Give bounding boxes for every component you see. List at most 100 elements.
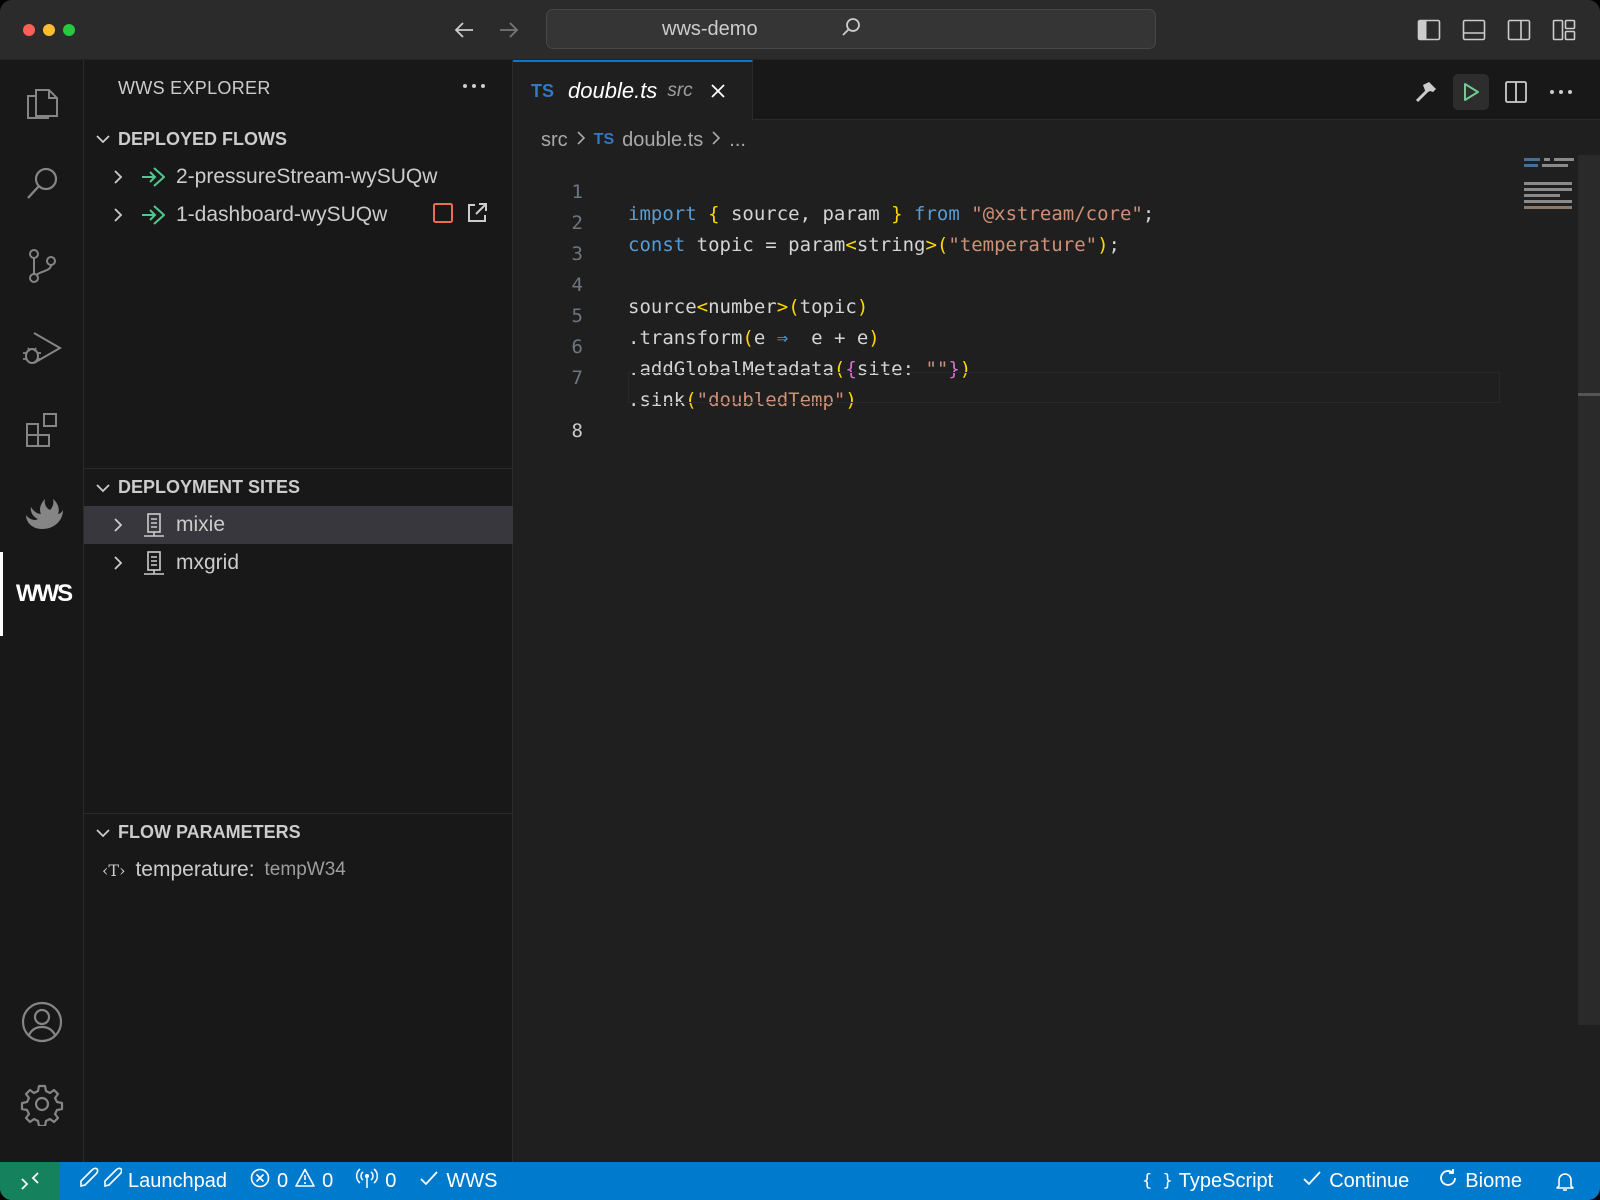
hammer-build-icon[interactable] <box>1408 74 1444 110</box>
command-center-label: wws-demo <box>662 17 758 40</box>
launchpad-status[interactable]: Launchpad <box>74 1162 231 1200</box>
launchpad-label: Launchpad <box>128 1169 227 1192</box>
ports-count: 0 <box>385 1169 397 1192</box>
parameter-name: temperature: <box>135 858 255 881</box>
server-icon <box>140 550 168 576</box>
vertical-scrollbar[interactable] <box>1578 155 1600 1025</box>
problems-status[interactable]: 0 0 <box>245 1162 337 1200</box>
flow-item[interactable]: 2-pressureStream-wySUQw <box>84 158 513 196</box>
braces-icon: { } <box>1142 1171 1173 1191</box>
site-label: mxgrid <box>176 551 240 574</box>
wws-label: WWS <box>446 1169 498 1192</box>
status-bar-right: { } TypeScript Continue Biome <box>1118 1162 1600 1200</box>
language-mode-status[interactable]: { } TypeScript <box>1138 1162 1277 1200</box>
flow-running-icon <box>140 165 168 189</box>
back-arrow-icon[interactable] <box>448 14 480 46</box>
current-line-highlight <box>628 372 1500 403</box>
site-label: mixie <box>176 513 226 536</box>
breadcrumb-folder[interactable]: src <box>541 129 568 152</box>
scrollbar-marker <box>1578 393 1600 396</box>
typescript-file-icon: TS <box>531 80 555 101</box>
close-window-button[interactable] <box>23 24 35 36</box>
section-label: DEPLOYED FLOWS <box>118 128 288 149</box>
continue-status[interactable]: Continue <box>1297 1162 1413 1200</box>
wws-extension-icon[interactable]: WWS <box>0 552 84 636</box>
code-line: 5 .transform(e ⇒ e + e) <box>513 279 1513 349</box>
toggle-primary-sidebar-icon[interactable] <box>1413 14 1445 46</box>
warning-count: 0 <box>322 1169 334 1192</box>
tab-description: src <box>667 80 693 101</box>
stop-flow-icon[interactable] <box>431 201 455 230</box>
refresh-icon <box>1437 1167 1459 1195</box>
title-bar: wws-demo <box>0 0 1600 60</box>
flow-label: 2-pressureStream-wySUQw <box>176 165 438 188</box>
wws-explorer-sidebar: WWS EXPLORER DEPLOYED FLOWS 2-pressureSt… <box>84 60 513 1162</box>
status-bar: Launchpad 0 0 0 WWS { } TypeScript Conti… <box>0 1162 1600 1200</box>
section-flow-parameters[interactable]: FLOW PARAMETERS <box>84 813 513 851</box>
command-center-search[interactable]: wws-demo <box>546 9 1156 49</box>
explorer-icon[interactable] <box>0 60 84 144</box>
site-item[interactable]: mxgrid <box>84 544 513 582</box>
breadcrumb-file[interactable]: double.ts <box>622 129 703 152</box>
chevron-down-icon <box>84 480 118 496</box>
flow-item[interactable]: 1-dashboard-wySUQw <box>84 196 513 234</box>
forward-arrow-icon[interactable] <box>493 14 525 46</box>
tab-double-ts[interactable]: TS double.ts src <box>513 60 753 120</box>
minimap[interactable] <box>1524 155 1574 225</box>
toggle-secondary-sidebar-icon[interactable] <box>1503 14 1535 46</box>
server-icon <box>140 512 168 538</box>
source-control-icon[interactable] <box>0 224 84 308</box>
extensions-icon[interactable] <box>0 388 84 472</box>
code-line: 4 source<number>(topic) <box>513 248 1513 318</box>
search-icon <box>840 16 862 43</box>
run-and-debug-icon[interactable] <box>0 306 84 390</box>
type-parameter-icon: ‹T› <box>102 860 126 880</box>
split-editor-icon[interactable] <box>1498 74 1534 110</box>
chevron-down-icon <box>84 131 118 147</box>
flow-running-icon <box>140 203 168 227</box>
settings-gear-icon[interactable] <box>0 1062 84 1146</box>
close-tab-icon[interactable] <box>709 82 727 100</box>
flow-label: 1-dashboard-wySUQw <box>176 203 388 226</box>
code-line-current: 8 <box>513 372 1513 442</box>
accounts-icon[interactable] <box>0 980 84 1064</box>
run-file-icon[interactable] <box>1453 74 1489 110</box>
phoenix-extension-icon[interactable] <box>0 470 84 554</box>
section-deployment-sites[interactable]: DEPLOYMENT SITES <box>84 468 513 506</box>
section-deployed-flows[interactable]: DEPLOYED FLOWS <box>84 120 513 158</box>
language-label: TypeScript <box>1178 1169 1274 1192</box>
code-line: 6 .addGlobalMetadata({site: ""}) <box>513 310 1513 380</box>
parameter-item[interactable]: ‹T› temperature: tempW34 <box>84 851 513 889</box>
minimize-window-button[interactable] <box>43 24 55 36</box>
chevron-right-icon[interactable] <box>108 517 128 533</box>
editor-tab-bar: TS double.ts src <box>513 60 1600 120</box>
chevron-right-icon[interactable] <box>108 555 128 571</box>
ports-status[interactable]: 0 <box>351 1162 400 1200</box>
parameter-value: tempW34 <box>264 859 346 880</box>
wws-status[interactable]: WWS <box>414 1162 501 1200</box>
section-label: DEPLOYMENT SITES <box>118 477 301 497</box>
editor-more-actions-icon[interactable] <box>1543 74 1579 110</box>
continue-label: Continue <box>1329 1169 1410 1192</box>
line-number: 8 <box>571 420 583 442</box>
breadcrumb-symbol[interactable]: ... <box>729 129 746 152</box>
toggle-panel-icon[interactable] <box>1458 14 1490 46</box>
search-view-icon[interactable] <box>0 142 84 226</box>
notifications-bell-icon[interactable] <box>1550 1162 1580 1200</box>
error-icon <box>249 1167 271 1195</box>
chevron-right-icon[interactable] <box>108 169 128 185</box>
site-item[interactable]: mixie <box>84 506 513 544</box>
chevron-right-icon[interactable] <box>108 207 128 223</box>
open-external-icon[interactable] <box>465 201 489 230</box>
maximize-window-button[interactable] <box>63 24 75 36</box>
biome-status[interactable]: Biome <box>1433 1162 1526 1200</box>
customize-layout-icon[interactable] <box>1548 14 1580 46</box>
remote-indicator-icon[interactable] <box>0 1162 60 1200</box>
more-actions-icon[interactable] <box>458 70 490 102</box>
typescript-file-icon: TS <box>593 131 615 148</box>
warning-icon <box>294 1167 316 1195</box>
code-line: 1 import { source, param } from "@xstrea… <box>513 155 1513 225</box>
chevron-right-icon <box>576 129 586 152</box>
biome-label: Biome <box>1465 1169 1522 1192</box>
check-icon <box>1301 1167 1323 1195</box>
